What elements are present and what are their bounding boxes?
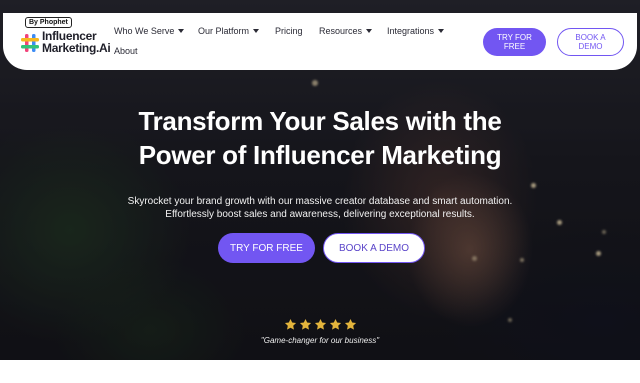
hero-try-for-free-button[interactable]: TRY FOR FREE xyxy=(218,233,315,263)
star-icon xyxy=(344,318,357,330)
nav-resources[interactable]: Resources xyxy=(319,26,373,36)
header-try-label-line1: TRY FOR xyxy=(497,33,532,42)
nav-about[interactable]: About xyxy=(114,46,138,56)
nav-integrations[interactable]: Integrations xyxy=(387,26,445,36)
headline-line2: Power of Influencer Marketing xyxy=(138,140,502,170)
header-demo-label-line2: DEMO xyxy=(578,42,603,51)
hero-book-demo-button[interactable]: BOOK A DEMO xyxy=(323,233,425,263)
subheadline-line2: Effortlessly boost sales and awareness, … xyxy=(165,209,475,220)
rating-stars xyxy=(284,318,357,331)
hashtag-logo-icon xyxy=(21,34,39,52)
star-icon xyxy=(314,318,327,330)
brand-logo[interactable]: By Phophet Influencer Marketing.Ai xyxy=(20,16,111,64)
header-try-label-line2: FREE xyxy=(503,42,526,51)
star-icon xyxy=(299,318,312,330)
nav-label: About xyxy=(114,46,138,56)
chevron-down-icon xyxy=(366,29,373,33)
hero-subheadline: Skyrocket your brand growth with our mas… xyxy=(60,195,580,221)
nav-label: Pricing xyxy=(275,26,303,36)
page-bottom-strip xyxy=(0,360,640,383)
testimonial-quote: "Game-changer for our business" xyxy=(260,336,380,345)
nav-label: Integrations xyxy=(387,26,435,36)
nav-label: Resources xyxy=(319,26,363,36)
nav-who-we-serve[interactable]: Who We Serve xyxy=(114,26,185,36)
nav-pricing[interactable]: Pricing xyxy=(275,26,303,36)
nav-label: Who We Serve xyxy=(114,26,175,36)
hero-headline: Transform Your Sales with the Power of I… xyxy=(60,104,580,172)
brand-name-line2: Marketing.Ai xyxy=(42,41,111,55)
chevron-down-icon xyxy=(438,29,445,33)
header-book-demo-button[interactable]: BOOK A DEMO xyxy=(557,28,624,56)
subheadline-line1: Skyrocket your brand growth with our mas… xyxy=(127,196,513,207)
brand-name: Influencer Marketing.Ai xyxy=(42,30,111,55)
header-try-for-free-button[interactable]: TRY FOR FREE xyxy=(483,28,546,56)
star-icon xyxy=(329,318,342,330)
star-icon xyxy=(284,318,297,330)
brand-badge: By Phophet xyxy=(25,17,72,28)
header-demo-label-line1: BOOK A xyxy=(575,33,606,42)
nav-our-platform[interactable]: Our Platform xyxy=(198,26,260,36)
chevron-down-icon xyxy=(178,29,185,33)
headline-line1: Transform Your Sales with the xyxy=(138,106,502,136)
nav-label: Our Platform xyxy=(198,26,250,36)
chevron-down-icon xyxy=(253,29,260,33)
